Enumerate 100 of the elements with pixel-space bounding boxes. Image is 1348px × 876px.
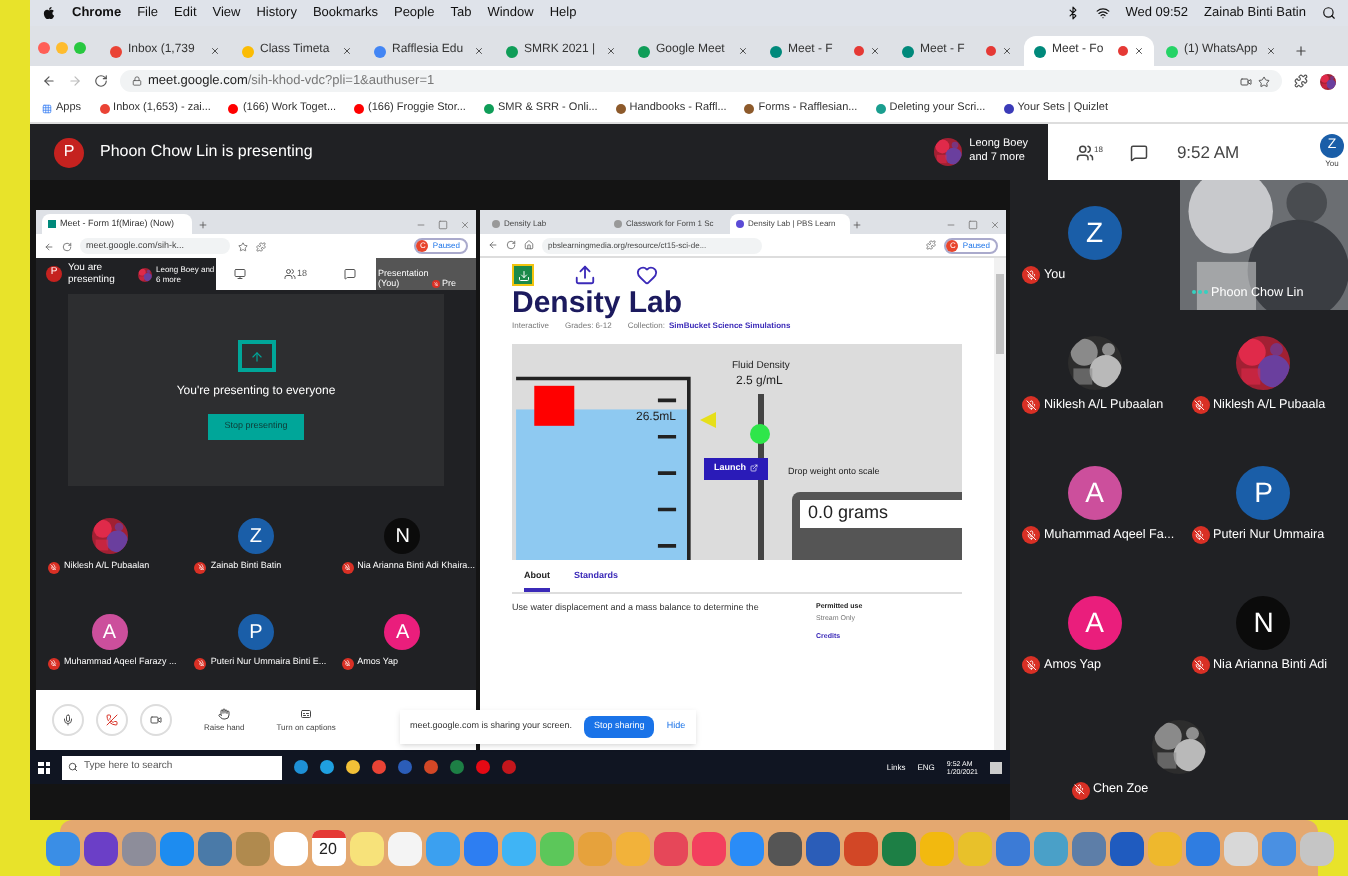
app-icon[interactable]: [83, 831, 117, 865]
page-title: Density Lab: [512, 286, 685, 320]
bookmark-favicon: [483, 104, 494, 114]
maximize-icon[interactable]: [438, 220, 448, 230]
app-icon[interactable]: [1071, 831, 1105, 865]
avatar: A: [91, 614, 128, 651]
app-icon[interactable]: [387, 831, 421, 865]
bookmark-favicon: [99, 104, 110, 114]
app-icon[interactable]: [1109, 831, 1143, 865]
close-window-icon[interactable]: [38, 42, 50, 54]
extensions-icon[interactable]: [926, 240, 937, 250]
chat-icon[interactable]: [344, 268, 357, 280]
muted-mic-icon: [432, 280, 440, 288]
meeting-time: 9:52 AM: [1176, 139, 1240, 165]
tab-favicon: [492, 220, 500, 228]
presenting-status: Phoon Chow Lin is presenting: [100, 140, 313, 164]
camera-button[interactable]: [140, 704, 172, 736]
app-icon[interactable]: [349, 831, 383, 865]
search-icon: [68, 762, 78, 772]
avatar: P: [1236, 465, 1291, 520]
new-tab-icon[interactable]: [198, 220, 208, 230]
reload-icon[interactable]: [62, 241, 72, 251]
bookmark-favicon: [615, 104, 626, 114]
slider-thumb[interactable]: [750, 424, 770, 444]
windows-start-icon[interactable]: [38, 761, 50, 773]
reload-icon[interactable]: [94, 74, 108, 88]
app-icon[interactable]: [121, 831, 155, 865]
bookmark-favicon: [875, 104, 886, 114]
bookmark-favicon: [354, 104, 365, 114]
app-icon[interactable]: [843, 831, 877, 865]
back-icon[interactable]: [488, 240, 498, 250]
notification-icon[interactable]: [990, 761, 1002, 773]
avatar: N: [384, 518, 421, 555]
share-icon[interactable]: [574, 264, 596, 286]
tab-favicon: [614, 220, 622, 228]
bluetooth-icon[interactable]: [1065, 6, 1080, 20]
reload-icon[interactable]: [506, 240, 516, 250]
search-icon[interactable]: [1322, 6, 1336, 20]
home-icon[interactable]: [524, 240, 534, 250]
new-tab-icon[interactable]: [852, 220, 862, 230]
avatar: A: [384, 614, 421, 651]
app-icon[interactable]: [463, 831, 497, 865]
app-icon[interactable]: [1185, 831, 1219, 865]
minimize-icon[interactable]: [946, 220, 956, 230]
avatar: Z: [1067, 205, 1122, 260]
profile-avatar[interactable]: [1320, 73, 1336, 89]
wifi-icon[interactable]: [1095, 6, 1110, 20]
avatar: P: [237, 614, 274, 651]
present-icon: [237, 340, 275, 373]
hang-up-button[interactable]: [96, 704, 128, 736]
extensions-icon[interactable]: [1294, 74, 1308, 88]
pointer-icon: [700, 412, 716, 428]
app-icon[interactable]: [653, 831, 687, 865]
scale-reading: 0.0 grams: [800, 500, 962, 527]
bookmark-favicon: [1003, 104, 1014, 114]
lock-icon: [132, 76, 142, 86]
chat-icon[interactable]: [1130, 143, 1149, 161]
people-icon[interactable]: [1076, 143, 1094, 161]
app-icon[interactable]: [881, 831, 915, 865]
apple-icon[interactable]: [42, 6, 56, 20]
avatar: N: [1236, 595, 1291, 650]
app-icon[interactable]: [995, 831, 1029, 865]
minimize-icon[interactable]: [416, 220, 426, 230]
bookmark-star-icon[interactable]: [1258, 75, 1270, 87]
app-icon[interactable]: [805, 831, 839, 865]
meet-icon: [48, 220, 56, 228]
microphone-button[interactable]: [52, 704, 84, 736]
favorite-icon[interactable]: [636, 264, 658, 286]
app-icon[interactable]: [767, 831, 801, 865]
camera-icon: [150, 714, 162, 726]
download-icon[interactable]: [512, 264, 534, 286]
forward-icon[interactable]: [68, 74, 82, 88]
camera-icon[interactable]: [1240, 75, 1252, 87]
app-icon[interactable]: [273, 831, 307, 865]
avatar: Z: [237, 518, 274, 555]
microphone-icon: [62, 714, 74, 726]
captions-icon: [300, 707, 313, 719]
calendar-icon[interactable]: 20: [311, 830, 345, 866]
maximize-icon[interactable]: [968, 220, 978, 230]
zoom-window-icon[interactable]: [74, 42, 86, 54]
back-icon[interactable]: [44, 241, 54, 251]
new-tab-icon[interactable]: [1294, 44, 1308, 58]
external-link-icon: [750, 464, 759, 473]
avatar: A: [1067, 465, 1122, 520]
layout-icon[interactable]: [234, 268, 247, 280]
bookmark-star-icon[interactable]: [238, 241, 248, 251]
hand-icon: [218, 707, 231, 719]
people-icon[interactable]: [284, 268, 297, 280]
avatar: A: [1067, 595, 1122, 650]
app-icon[interactable]: [691, 831, 725, 865]
app-icon[interactable]: [729, 831, 763, 865]
app-icon[interactable]: [45, 831, 79, 865]
app-icon[interactable]: [197, 831, 231, 865]
presenter-avatar: P: [54, 137, 84, 167]
back-icon[interactable]: [42, 74, 56, 88]
app-icon[interactable]: [159, 831, 193, 865]
app-icon[interactable]: [1261, 831, 1295, 865]
bookmark-favicon: [228, 104, 239, 114]
apps-grid-icon: [42, 104, 52, 114]
extensions-icon[interactable]: [256, 241, 266, 251]
